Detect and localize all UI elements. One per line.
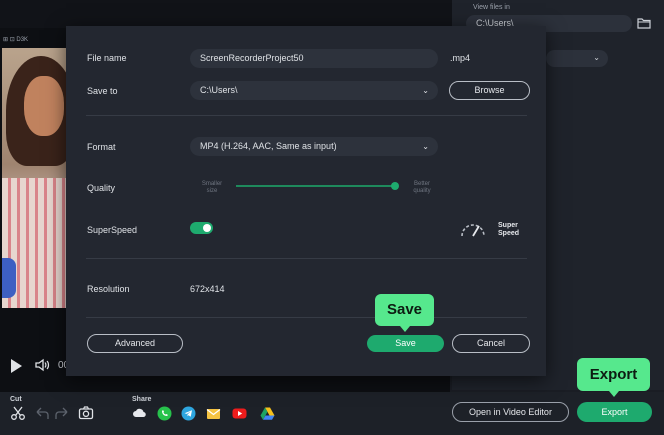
cut-section-label: Cut <box>10 396 22 403</box>
save-to-select[interactable]: C:\Users\ ⌄ <box>190 81 438 100</box>
telegram-icon[interactable] <box>181 406 196 421</box>
chevron-down-icon: ⌄ <box>593 53 600 62</box>
superspeed-label: SuperSpeed <box>87 225 138 235</box>
youtube-icon[interactable] <box>232 406 247 421</box>
view-files-label: View files in <box>473 4 510 11</box>
divider <box>86 258 527 259</box>
export-callout: Export <box>577 358 650 391</box>
format-select[interactable]: MP4 (H.264, AAC, Same as input) ⌄ <box>190 137 438 156</box>
volume-icon[interactable] <box>34 357 50 373</box>
toggle-knob <box>203 224 211 232</box>
quality-max-label: Better quality <box>402 181 442 195</box>
speedometer-icon <box>461 224 485 237</box>
superspeed-badge-line2: Speed <box>498 230 520 237</box>
resolution-label: Resolution <box>87 284 130 294</box>
save-to-value: C:\Users\ <box>200 85 238 95</box>
save-to-label: Save to <box>87 86 118 96</box>
cloud-icon[interactable] <box>132 406 147 421</box>
chevron-down-icon: ⌄ <box>422 142 429 151</box>
whatsapp-icon[interactable] <box>157 406 172 421</box>
video-toolbar: ⊞ ⊡ D3K <box>3 37 29 43</box>
divider <box>86 115 527 116</box>
right-panel-dropdown[interactable]: ⌄ <box>546 50 608 67</box>
quality-min-line2: size <box>206 188 218 194</box>
file-name-label: File name <box>87 53 127 63</box>
quality-slider-track[interactable] <box>236 185 398 187</box>
resolution-value: 672x414 <box>190 284 225 294</box>
save-callout: Save <box>375 294 434 326</box>
quality-min-label: Smaller size <box>192 181 232 195</box>
scissors-icon[interactable] <box>10 405 26 421</box>
folder-icon[interactable] <box>637 17 651 29</box>
divider <box>86 317 527 318</box>
redo-icon[interactable] <box>54 405 70 421</box>
browse-button[interactable]: Browse <box>449 81 530 100</box>
quality-min-line1: Smaller <box>201 181 223 187</box>
quality-slider-handle[interactable] <box>390 182 399 190</box>
quality-label: Quality <box>87 183 116 193</box>
play-icon[interactable] <box>11 359 22 373</box>
save-button[interactable]: Save <box>367 335 444 352</box>
google-drive-icon[interactable] <box>260 406 275 421</box>
file-name-input[interactable]: ScreenRecorderProject50 <box>190 49 438 68</box>
camera-icon[interactable] <box>78 405 94 421</box>
cancel-button[interactable]: Cancel <box>452 334 530 353</box>
quality-max-line2: quality <box>413 188 431 194</box>
format-label: Format <box>87 142 116 152</box>
undo-icon[interactable] <box>34 405 50 421</box>
save-callout-tail <box>400 326 410 332</box>
export-button[interactable]: Export <box>577 402 652 422</box>
superspeed-badge-line1: Super <box>498 222 518 229</box>
export-callout-tail <box>609 391 619 397</box>
file-extension: .mp4 <box>450 53 471 63</box>
video-preview-frame <box>2 48 66 308</box>
advanced-button[interactable]: Advanced <box>87 334 183 353</box>
open-in-video-editor-button[interactable]: Open in Video Editor <box>452 402 569 422</box>
quality-max-line1: Better <box>413 181 430 187</box>
format-value: MP4 (H.264, AAC, Same as input) <box>200 141 337 151</box>
save-video-dialog: File name ScreenRecorderProject50 .mp4 S… <box>66 26 546 376</box>
share-section-label: Share <box>132 396 152 403</box>
chevron-down-icon: ⌄ <box>422 86 429 95</box>
mail-icon[interactable] <box>206 406 221 421</box>
superspeed-badge: Super Speed <box>498 222 519 238</box>
superspeed-toggle[interactable] <box>190 222 213 234</box>
